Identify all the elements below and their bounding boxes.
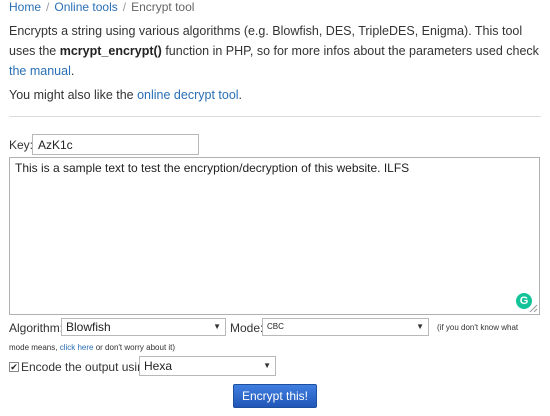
encoding-select[interactable]: Hexa ▼: [139, 356, 276, 376]
mode-help-link[interactable]: click here: [60, 343, 94, 352]
mode-label: Mode:: [230, 321, 264, 335]
chevron-down-icon: ▼: [416, 322, 424, 331]
related-text: You might also like the: [9, 88, 138, 102]
key-input[interactable]: [32, 134, 199, 155]
mode-hint-text: mode means,: [9, 343, 60, 352]
breadcrumb-separator: /: [46, 0, 50, 14]
chevron-down-icon: ▼: [263, 361, 271, 370]
mode-hint-text: or don't worry about it): [93, 343, 176, 352]
tool-description: Encrypts a string using various algorith…: [9, 21, 541, 81]
encoding-value: Hexa: [144, 359, 173, 373]
breadcrumb-online-tools[interactable]: Online tools: [54, 0, 117, 14]
encode-output-checkbox[interactable]: ✔: [9, 362, 19, 372]
decrypt-tool-link[interactable]: online decrypt tool: [137, 88, 238, 102]
breadcrumb: Home / Online tools / Encrypt tool: [9, 0, 194, 14]
related-tool-text: You might also like the online decrypt t…: [9, 87, 242, 103]
plaintext-textarea[interactable]: This is a sample text to test the encryp…: [9, 157, 540, 315]
related-end: .: [238, 88, 243, 102]
key-label: Key:: [9, 138, 34, 152]
mode-select[interactable]: CBC ▼: [262, 318, 429, 336]
manual-link[interactable]: the manual: [9, 64, 71, 78]
mode-hint: (if you don't know what: [437, 323, 519, 332]
breadcrumb-home[interactable]: Home: [9, 0, 41, 14]
mode-value: CBC: [267, 322, 284, 331]
breadcrumb-separator: /: [122, 0, 127, 14]
encode-output-label: Encode the output using: [21, 360, 151, 374]
encrypt-button[interactable]: Encrypt this!: [233, 384, 317, 408]
algorithm-select[interactable]: Blowfish ▼: [61, 318, 226, 336]
description-text: function in PHP, so for more infos about…: [161, 44, 539, 58]
chevron-down-icon: ▼: [213, 322, 221, 331]
divider: [9, 116, 541, 117]
description-end: .: [70, 64, 75, 78]
algorithm-label: Algorithm:: [9, 321, 64, 335]
function-name: mcrypt_encrypt(): [59, 44, 162, 58]
resize-grip-icon[interactable]: [529, 304, 538, 313]
breadcrumb-current: Encrypt tool: [131, 0, 195, 14]
mode-hint-continued: mode means, click here or don't worry ab…: [9, 342, 175, 353]
algorithm-value: Blowfish: [66, 320, 111, 334]
